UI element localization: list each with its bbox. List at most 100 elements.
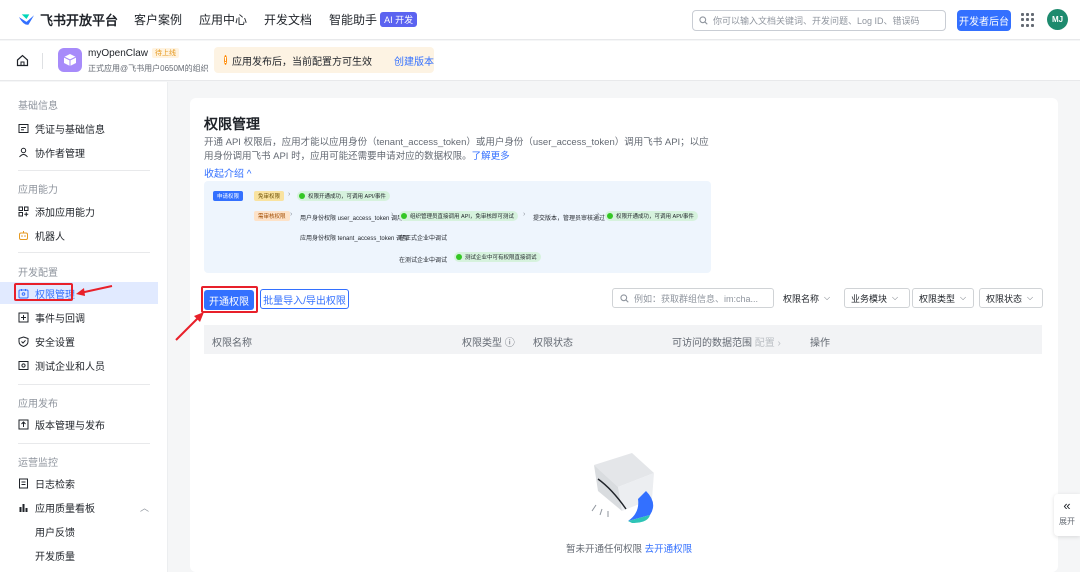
annotation-arrow-icon	[175, 312, 204, 341]
dropdown-label: 权限名称	[783, 293, 820, 304]
arrow-right-icon: ›	[288, 191, 291, 198]
sidebar-item-robot[interactable]: 机器人	[0, 224, 158, 246]
feishu-logo-icon	[18, 13, 35, 25]
user-icon	[19, 147, 28, 157]
column-actions: 操作	[810, 338, 830, 349]
logo-text: 飞书开放平台	[39, 13, 118, 28]
go-enable-permission-link[interactable]: 去开通权限	[645, 544, 693, 555]
configure-link-label: 配置	[754, 338, 775, 349]
app-context-bar: myOpenClaw 待上线 正式应用@飞书用户0650M的组织	[0, 41, 1080, 81]
diagram-review-permission: 需审核权限	[254, 211, 290, 221]
nav-link-customer-cases[interactable]: 客户案例	[134, 11, 182, 28]
batch-import-export-button[interactable]: 批量导入/导出权限	[260, 289, 349, 309]
column-permission-type: 权限类型 ⓘ	[462, 334, 515, 349]
robot-icon	[19, 230, 28, 240]
permission-search-input[interactable]: 例如：获取群组信息、im:cha...	[612, 288, 774, 308]
ai-dev-badge: AI 开发	[380, 12, 418, 27]
nav-link-app-center[interactable]: 应用中心	[199, 11, 247, 28]
sidebar-section-monitoring: 运营监控	[18, 458, 58, 469]
sidebar-item-label: 凭证与基础信息	[35, 124, 105, 136]
sidebar-item-collaborators[interactable]: 协作者管理	[0, 141, 158, 163]
home-icon[interactable]	[16, 54, 29, 67]
permission-management-card: 权限管理 开通 API 权限后，应用才能以应用身份（tenant_access_…	[190, 98, 1058, 572]
upload-icon	[18, 419, 29, 429]
feishu-open-platform-logo[interactable]: 飞书开放平台	[18, 10, 118, 29]
page-title: 权限管理	[204, 116, 260, 132]
column-data-scope: 可访问的数据范围 配置 ›	[672, 334, 781, 349]
sidebar-item-label: 应用质量看板	[35, 503, 95, 515]
diagram-free-result: 权限开通成功，可调用 API/事件	[297, 191, 390, 201]
developer-console-button[interactable]: 开发者后台	[957, 10, 1011, 31]
check-icon	[401, 213, 407, 219]
sidebar-item-log-search[interactable]: 日志检索	[0, 472, 158, 494]
nav-link-smart-assistant[interactable]: 智能助手 AI 开发	[329, 11, 418, 28]
diagram-user-identity: 用户身份权限 user_access_token 调用	[300, 216, 404, 222]
smart-assistant-label: 智能助手	[329, 13, 378, 27]
sidebar-item-label: 用户反馈	[35, 527, 75, 539]
shield-icon	[18, 335, 29, 347]
chevron-down-icon: ⌵	[824, 293, 831, 302]
sidebar-item-label: 版本管理与发布	[35, 420, 105, 432]
chart-icon	[19, 503, 28, 512]
sidebar-item-label: 开发质量	[35, 551, 75, 563]
cube-icon	[63, 54, 77, 66]
description-text: 开通 API 权限后，应用才能以应用身份（tenant_access_token…	[204, 137, 709, 162]
arrow-right-icon: ›	[290, 211, 293, 218]
sidebar-item-dev-quality[interactable]: 开发质量	[0, 544, 158, 566]
diagram-user-note-text: 组织管理员直接调用 API，免审核即可测试	[410, 214, 514, 220]
app-name-text: myOpenClaw	[88, 48, 149, 59]
diagram-step-apply: 申请权限	[213, 191, 244, 201]
diagram-free-result-text: 权限开通成功，可调用 API/事件	[308, 194, 386, 200]
expand-side-panel-button[interactable]: « 展开	[1054, 494, 1080, 536]
sidebar-section-basic-info: 基础信息	[18, 101, 58, 112]
sidebar-item-security[interactable]: 安全设置	[0, 330, 158, 352]
sidebar-item-credentials[interactable]: 凭证与基础信息	[0, 117, 158, 139]
diagram-official-tenant: 在正式企业中调试	[399, 236, 448, 242]
double-chevron-left-icon: «	[1063, 498, 1071, 513]
sidebar-item-version-release[interactable]: 版本管理与发布	[0, 413, 158, 435]
apps-add-icon	[18, 206, 29, 216]
arrow-right-icon: ›	[391, 211, 394, 218]
filter-business-module-dropdown[interactable]: 业务模块 ⌵	[844, 288, 910, 308]
sidebar-item-user-feedback[interactable]: 用户反馈	[0, 520, 158, 542]
expand-label: 展开	[1059, 517, 1075, 526]
user-avatar[interactable]: MJ	[1047, 9, 1068, 30]
help-icon[interactable]: ⓘ	[505, 338, 515, 349]
filter-permission-type-dropdown[interactable]: 权限类型 ⌵	[912, 288, 974, 308]
diagram-submit-version: 提交版本，管理员审核通过	[533, 216, 606, 222]
nav-link-dev-docs[interactable]: 开发文档	[264, 11, 312, 28]
top-navigation-bar: 飞书开放平台 客户案例 应用中心 开发文档 智能助手 AI 开发 你可以输入文档关…	[0, 0, 1080, 40]
dropdown-label: 权限类型	[919, 293, 956, 304]
sidebar-item-label: 添加应用能力	[35, 207, 95, 219]
sidebar-item-add-capability[interactable]: 添加应用能力	[0, 200, 158, 222]
collapse-intro-toggle[interactable]: 收起介绍 ^	[204, 165, 251, 180]
filter-permission-status-dropdown[interactable]: 权限状态 ⌵	[979, 288, 1043, 308]
diagram-user-note: 组织管理员直接调用 API，免审核即可测试	[399, 211, 518, 221]
diagram-test-note: 测试企业中可有权限直接调试	[454, 252, 541, 262]
sidebar-item-quality-dashboard[interactable]: 应用质量看板	[0, 496, 158, 518]
dropdown-label: 业务模块	[851, 293, 888, 304]
chevron-down-icon: ⌵	[960, 293, 967, 302]
empty-state-illustration-icon	[591, 453, 654, 523]
log-icon	[19, 478, 28, 488]
app-grid-icon[interactable]	[1021, 13, 1035, 27]
app-icon	[58, 48, 82, 72]
permission-table-header: 权限名称 权限类型 ⓘ 权限状态 可访问的数据范围 配置 › 操作	[204, 325, 1042, 354]
chevron-up-icon[interactable]: ︿	[140, 501, 149, 514]
app-name[interactable]: myOpenClaw 待上线	[88, 48, 180, 59]
filter-permission-name-dropdown[interactable]: 权限名称 ⌵	[776, 288, 831, 308]
sidebar-item-events[interactable]: 事件与回调	[0, 306, 158, 328]
sidebar-item-test-tenants[interactable]: 测试企业和人员	[0, 354, 158, 376]
column-data-scope-label: 可访问的数据范围	[672, 338, 752, 349]
diagram-app-identity: 应用身份权限 tenant_access_token 调用	[300, 236, 409, 242]
sidebar-item-label: 安全设置	[35, 337, 75, 349]
event-icon	[18, 312, 29, 322]
annotation-highlight-button	[201, 286, 258, 313]
configure-link[interactable]: 配置 ›	[755, 338, 781, 349]
diagram-free-permission: 免审权限	[254, 191, 285, 201]
sidebar-section-publish: 应用发布	[18, 399, 58, 410]
top-search-input[interactable]: 你可以输入文档关键词、开发问题、Log ID、错误码	[692, 10, 946, 31]
empty-state-message: 暂未开通任何权限 去开通权限	[566, 541, 692, 555]
create-version-link[interactable]: 创建版本	[394, 53, 434, 68]
learn-more-link[interactable]: 了解更多	[472, 151, 510, 162]
